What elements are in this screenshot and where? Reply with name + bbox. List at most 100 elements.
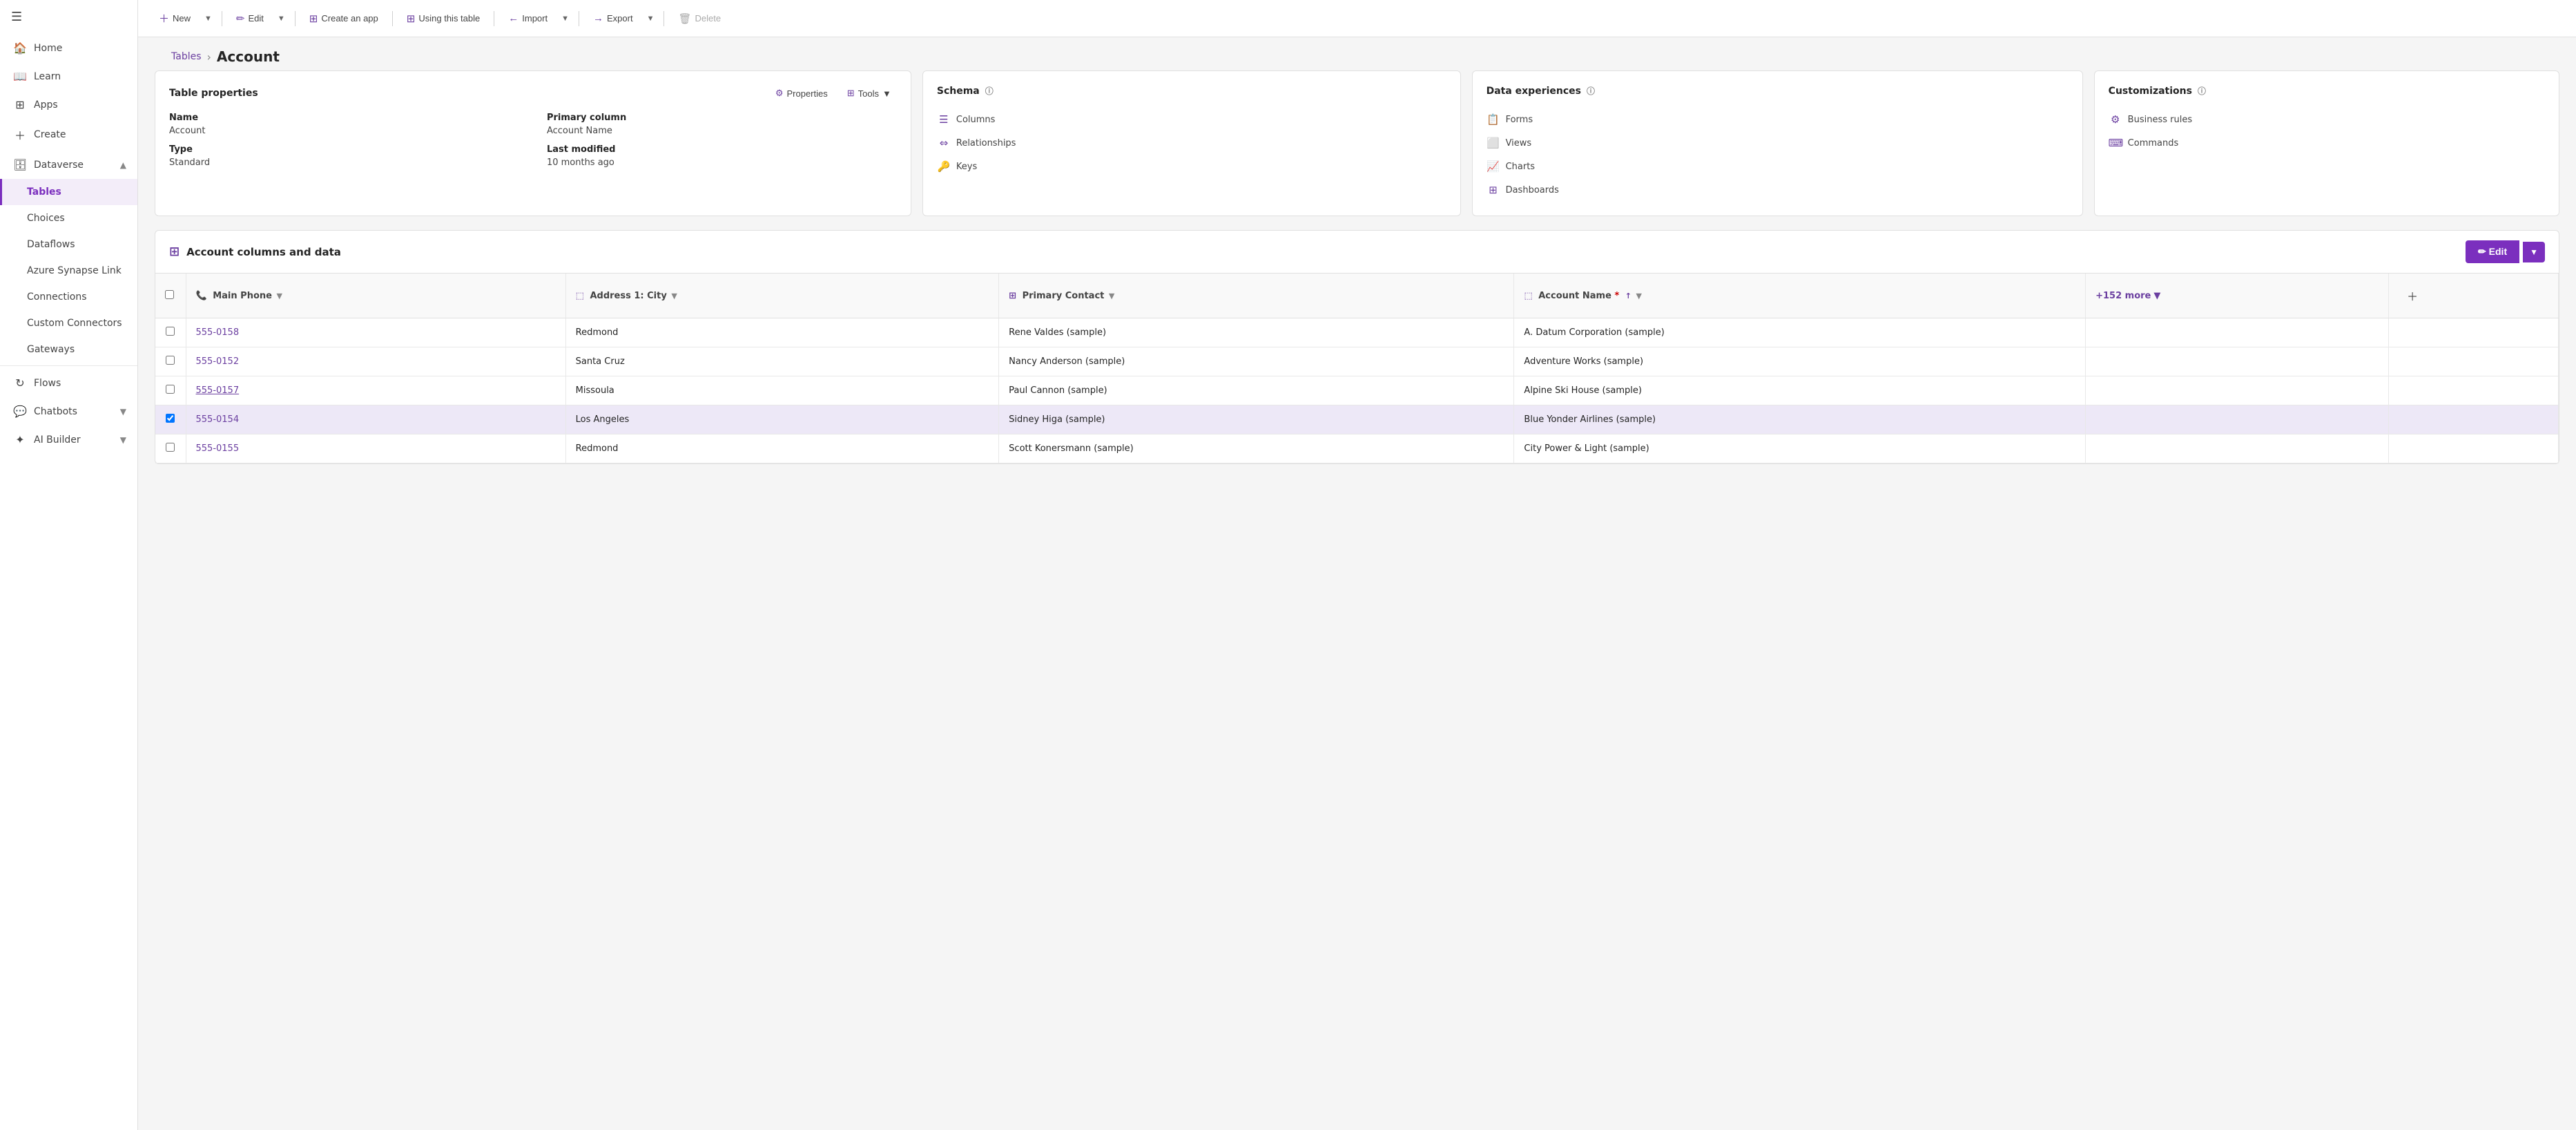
tools-icon: ⊞ bbox=[847, 88, 855, 99]
breadcrumb-tables-link[interactable]: Tables bbox=[171, 51, 202, 62]
business-rules-link[interactable]: ⚙ Business rules bbox=[2109, 108, 2545, 131]
row4-phone-link[interactable]: 555-0154 bbox=[196, 414, 240, 425]
delete-icon: 🗑 bbox=[678, 12, 691, 25]
content-area: Tables › Account Table properties ⚙ Prop… bbox=[138, 37, 2576, 1130]
row5-checkbox[interactable] bbox=[166, 443, 175, 452]
sidebar-item-flows[interactable]: ↻ Flows bbox=[0, 369, 137, 397]
hamburger-icon[interactable]: ☰ bbox=[0, 0, 137, 34]
info-cards-row: Table properties ⚙ Properties ⊞ Tools ▼ bbox=[155, 70, 2559, 216]
edit-table-chevron-button[interactable]: ▼ bbox=[2523, 242, 2545, 262]
delete-button[interactable]: 🗑 Delete bbox=[671, 8, 728, 29]
sidebar-item-tables[interactable]: Tables bbox=[0, 179, 137, 205]
forms-link[interactable]: 📋 Forms bbox=[1486, 108, 2069, 131]
export-chevron-button[interactable]: ▼ bbox=[644, 10, 657, 27]
data-exp-info-icon[interactable]: ⓘ bbox=[1587, 85, 1595, 97]
new-button[interactable]: ＋ New bbox=[152, 7, 197, 30]
schema-relationships-link[interactable]: ⇔ Relationships bbox=[937, 131, 1446, 155]
sidebar-item-create[interactable]: ＋ Create bbox=[0, 119, 137, 151]
sidebar-item-home[interactable]: 🏠 Home bbox=[0, 34, 137, 62]
sidebar-item-dataverse[interactable]: 🗄 Dataverse ▲ bbox=[0, 151, 137, 179]
sidebar-item-chatbots[interactable]: 💬 Chatbots ▼ bbox=[0, 397, 137, 425]
row2-account-name: Adventure Works (sample) bbox=[1514, 347, 2086, 376]
sidebar-item-learn[interactable]: 📖 Learn bbox=[0, 62, 137, 90]
keys-label: Keys bbox=[956, 162, 977, 172]
commands-link[interactable]: ⌨ Commands bbox=[2109, 131, 2545, 155]
sidebar-item-gateways[interactable]: Gateways bbox=[0, 336, 137, 363]
main-phone-header[interactable]: 📞 Main Phone ▼ bbox=[186, 274, 565, 318]
select-all-checkbox[interactable] bbox=[155, 274, 186, 318]
new-chevron-button[interactable]: ▼ bbox=[202, 10, 215, 27]
card-header: Table properties ⚙ Properties ⊞ Tools ▼ bbox=[169, 85, 897, 102]
add-column-button[interactable]: ＋ bbox=[2399, 282, 2426, 309]
row5-address-city: Redmond bbox=[565, 434, 999, 463]
dashboards-link[interactable]: ⊞ Dashboards bbox=[1486, 178, 2069, 202]
sidebar-item-azure-synapse[interactable]: Azure Synapse Link bbox=[0, 258, 137, 284]
row3-phone-link[interactable]: 555-0157 bbox=[196, 385, 240, 396]
row1-main-phone: 555-0158 bbox=[186, 318, 565, 347]
row4-checkbox-cell[interactable] bbox=[155, 405, 186, 434]
using-table-button[interactable]: ⊞ Using this table bbox=[400, 8, 487, 29]
customizations-info-icon[interactable]: ⓘ bbox=[2198, 85, 2206, 97]
properties-button[interactable]: ⚙ Properties bbox=[770, 85, 833, 102]
edit-icon: ✏ bbox=[236, 12, 245, 25]
business-rules-icon: ⚙ bbox=[2109, 113, 2122, 126]
schema-keys-link[interactable]: 🔑 Keys bbox=[937, 155, 1446, 178]
more-columns-header[interactable]: +152 more ▼ bbox=[2086, 274, 2389, 318]
tools-button[interactable]: ⊞ Tools ▼ bbox=[842, 85, 897, 102]
card-actions: ⚙ Properties ⊞ Tools ▼ bbox=[770, 85, 897, 102]
edit-button[interactable]: ✏ Edit bbox=[229, 8, 271, 29]
charts-label: Charts bbox=[1506, 162, 1536, 172]
sidebar-divider bbox=[0, 365, 137, 366]
sidebar-item-ai-builder[interactable]: ✦ AI Builder ▼ bbox=[0, 425, 137, 454]
row2-checkbox[interactable] bbox=[166, 356, 175, 365]
sidebar-item-dataflows[interactable]: Dataflows bbox=[0, 231, 137, 258]
sidebar-item-label: Apps bbox=[34, 99, 58, 111]
row5-phone-link[interactable]: 555-0155 bbox=[196, 443, 240, 454]
row2-checkbox-cell[interactable] bbox=[155, 347, 186, 376]
row4-checkbox[interactable] bbox=[166, 414, 175, 423]
create-app-button[interactable]: ⊞ Create an app bbox=[302, 8, 385, 29]
sidebar-item-connections[interactable]: Connections bbox=[0, 284, 137, 310]
address-city-header[interactable]: ⬚ Address 1: City ▼ bbox=[565, 274, 999, 318]
commands-icon: ⌨ bbox=[2109, 137, 2122, 149]
export-button[interactable]: → Export bbox=[586, 8, 640, 28]
sidebar-item-choices[interactable]: Choices bbox=[0, 205, 137, 231]
views-link[interactable]: ⬜ Views bbox=[1486, 131, 2069, 155]
row1-checkbox[interactable] bbox=[166, 327, 175, 336]
tools-chevron-icon: ▼ bbox=[882, 88, 891, 99]
row3-more bbox=[2086, 376, 2389, 405]
row1-phone-link[interactable]: 555-0158 bbox=[196, 327, 240, 338]
row5-checkbox-cell[interactable] bbox=[155, 434, 186, 463]
row2-phone-link[interactable]: 555-0152 bbox=[196, 356, 240, 367]
edit-chevron-button[interactable]: ▼ bbox=[275, 10, 288, 27]
row2-primary-contact: Nancy Anderson (sample) bbox=[999, 347, 1514, 376]
sidebar-item-label: Learn bbox=[34, 71, 61, 82]
sidebar-item-label: Home bbox=[34, 43, 62, 54]
sidebar-item-custom-connectors[interactable]: Custom Connectors bbox=[0, 310, 137, 336]
add-column-header[interactable]: ＋ bbox=[2389, 274, 2559, 318]
new-label: New bbox=[173, 13, 191, 23]
edit-table-button[interactable]: ✏ Edit bbox=[2466, 240, 2519, 263]
row3-checkbox-cell[interactable] bbox=[155, 376, 186, 405]
row3-checkbox[interactable] bbox=[166, 385, 175, 394]
forms-icon: 📋 bbox=[1486, 113, 1500, 126]
row1-checkbox-cell[interactable] bbox=[155, 318, 186, 347]
primary-contact-header[interactable]: ⊞ Primary Contact ▼ bbox=[999, 274, 1514, 318]
relationships-icon: ⇔ bbox=[937, 137, 951, 149]
import-button[interactable]: ← Import bbox=[501, 8, 554, 28]
schema-columns-link[interactable]: ☰ Columns bbox=[937, 108, 1446, 131]
sidebar-item-apps[interactable]: ⊞ Apps bbox=[0, 90, 137, 119]
row5-primary-contact: Scott Konersmann (sample) bbox=[999, 434, 1514, 463]
tools-label: Tools bbox=[858, 88, 879, 99]
name-value: Account bbox=[169, 126, 519, 136]
row4-more bbox=[2086, 405, 2389, 434]
schema-card: Schema ⓘ ☰ Columns ⇔ Relationships 🔑 Key… bbox=[922, 70, 1461, 216]
schema-info-icon[interactable]: ⓘ bbox=[985, 85, 994, 97]
table-section-title: ⊞ Account columns and data bbox=[169, 245, 341, 259]
account-name-header[interactable]: ⬚ Account Name * ↑ ▼ bbox=[1514, 274, 2086, 318]
sidebar-item-label: Connections bbox=[27, 291, 87, 303]
import-chevron-button[interactable]: ▼ bbox=[559, 10, 572, 27]
account-table-section: ⊞ Account columns and data ✏ Edit ▼ bbox=[155, 230, 2559, 464]
header-checkbox[interactable] bbox=[165, 290, 174, 299]
charts-link[interactable]: 📈 Charts bbox=[1486, 155, 2069, 178]
